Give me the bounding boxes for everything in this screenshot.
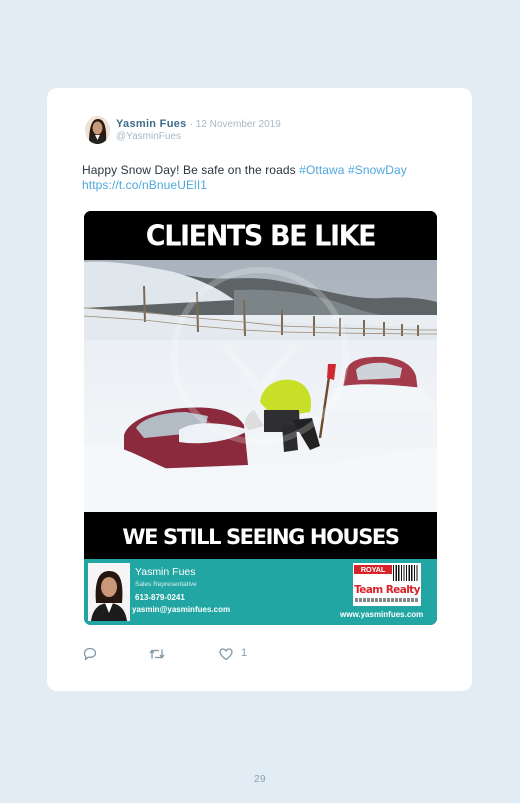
agent-website: www.yasminfues.com: [340, 610, 424, 619]
agent-name: Yasmin Fues: [135, 566, 196, 578]
agent-photo: [88, 563, 130, 621]
agent-banner: Yasmin Fues Sales Representative 613-879…: [84, 559, 437, 625]
like-count: 1: [241, 647, 248, 659]
agent-email: yasmin@yasminfues.com: [132, 605, 231, 614]
snow-photo: [84, 260, 437, 512]
tweet-text-plain: Happy Snow Day! Be safe on the roads: [82, 163, 300, 177]
tweet-card: Yasmin Fues · 12 November 2019 @YasminFu…: [47, 88, 472, 691]
avatar[interactable]: [85, 116, 110, 144]
like-button[interactable]: [218, 646, 234, 664]
meme-top-caption: CLIENTS BE LIKE: [84, 211, 437, 262]
logo-stripes: [393, 565, 419, 581]
hashtag-snowday[interactable]: #SnowDay: [348, 163, 407, 177]
hashtag-ottawa[interactable]: #Ottawa: [299, 163, 344, 177]
meme-bottom-caption: WE STILL SEEING HOUSES TODAY?: [84, 512, 437, 599]
tweet-link[interactable]: https://t.co/nBnueUElI1: [82, 178, 207, 192]
user-handle[interactable]: @YasminFues: [116, 131, 181, 142]
speech-bubble-icon: [83, 647, 97, 661]
retweet-button[interactable]: [148, 646, 166, 664]
tweet-media[interactable]: CLIENTS BE LIKE WE STILL SEEING HOUSES Y…: [84, 211, 437, 625]
tweet-date[interactable]: · 12 November 2019: [190, 119, 281, 130]
heart-icon: [219, 648, 233, 661]
tweet-text: Happy Snow Day! Be safe on the roads #Ot…: [82, 163, 444, 193]
reply-button[interactable]: [82, 646, 98, 664]
tweet-actions: 1: [82, 646, 282, 664]
author-line: Yasmin Fues · 12 November 2019: [116, 118, 281, 130]
logo-tagline: [355, 598, 419, 602]
display-name[interactable]: Yasmin Fues: [116, 118, 187, 130]
logo-team-realty: Team Realty: [354, 584, 420, 596]
retweet-icon: [149, 649, 165, 659]
brokerage-logo: ROYAL LEPAGE Team Realty: [353, 563, 421, 606]
page-number: 29: [253, 774, 267, 785]
agent-phone: 613-879-0241: [135, 593, 185, 602]
logo-royal-lepage: ROYAL LEPAGE: [354, 565, 392, 583]
agent-title: Sales Representative: [135, 581, 197, 588]
